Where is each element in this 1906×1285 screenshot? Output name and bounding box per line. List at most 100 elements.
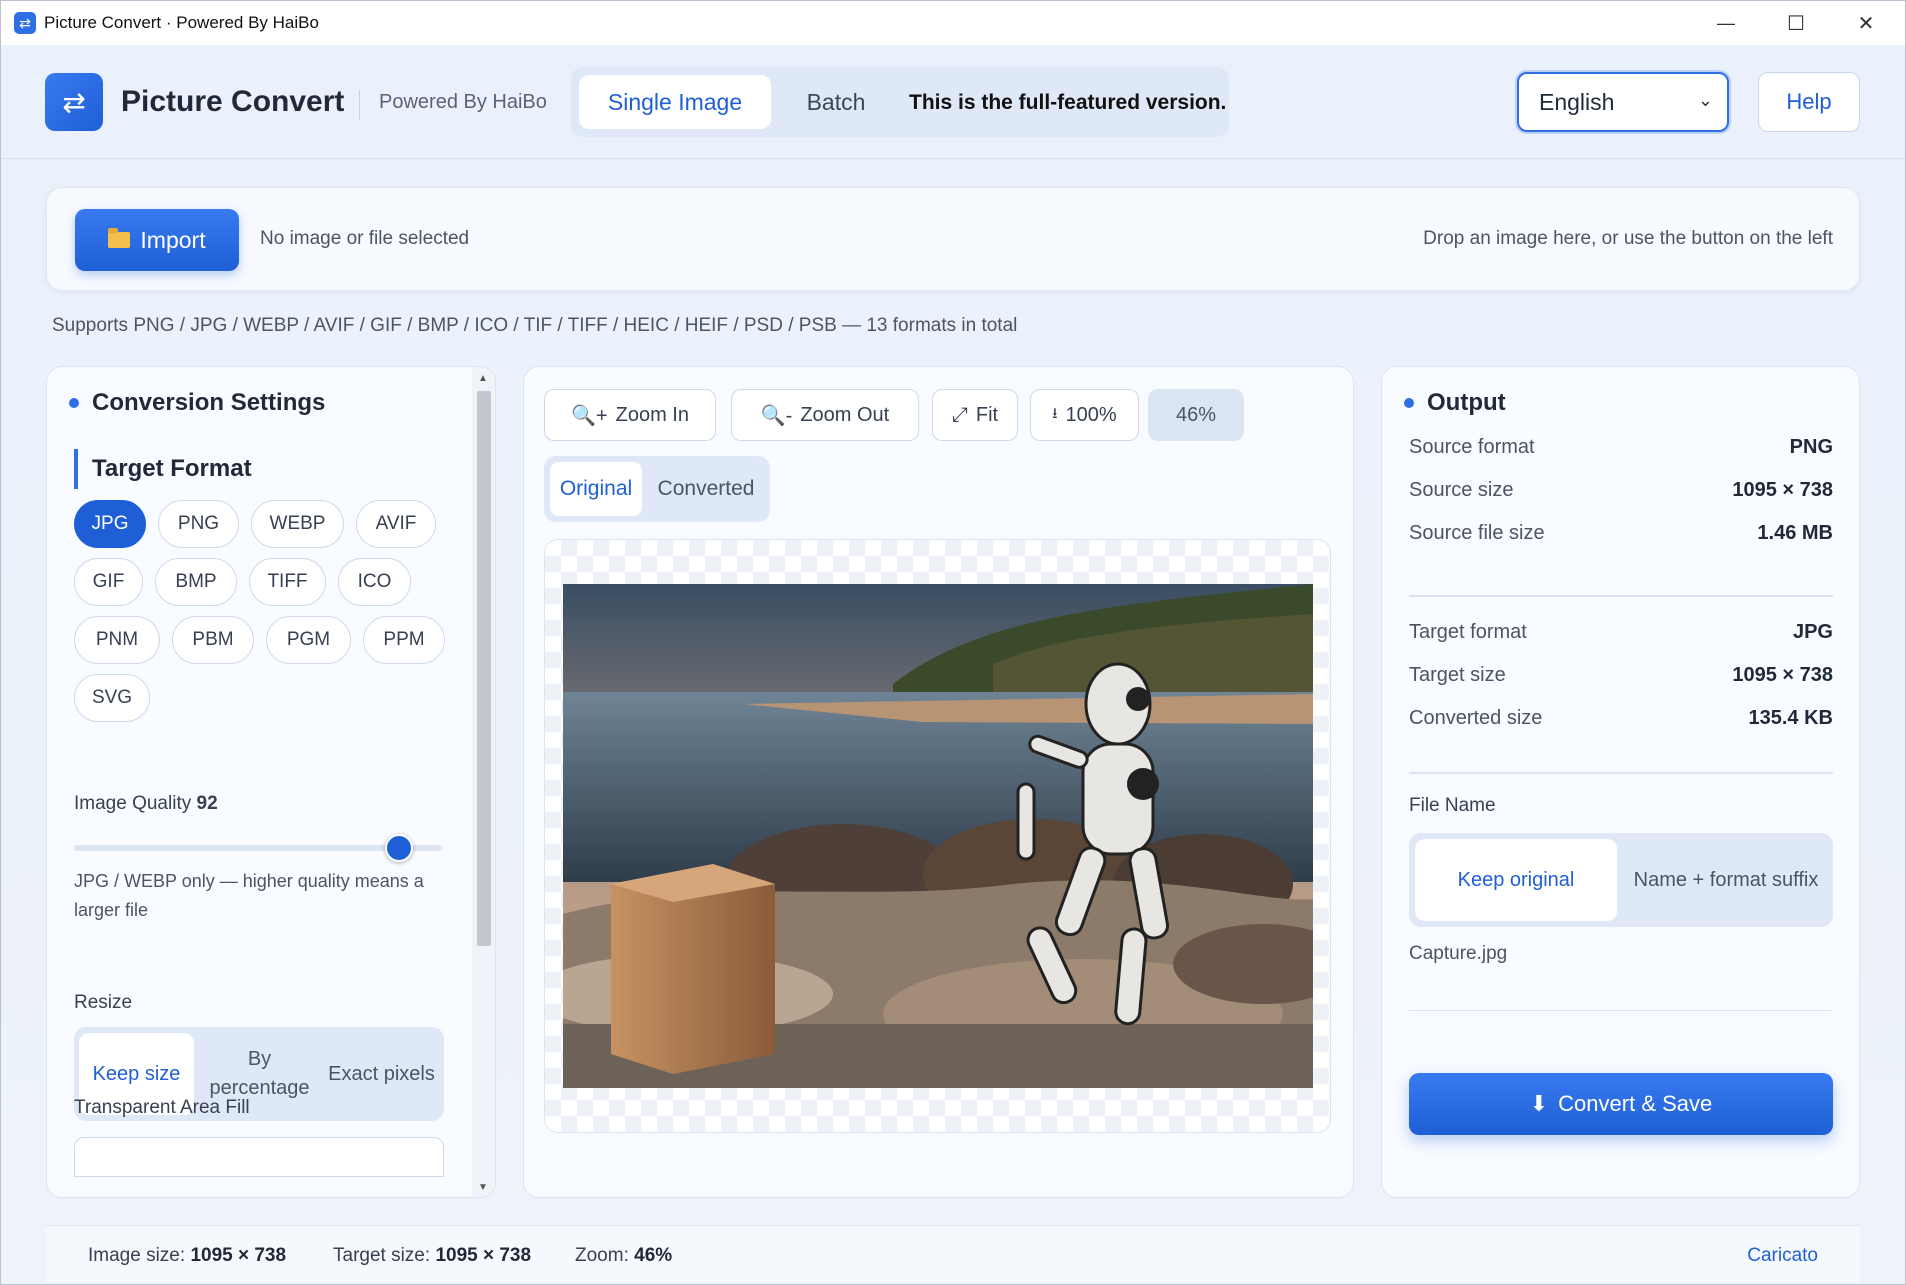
app-window: ⇄ Picture Convert · Powered By HaiBo — ☐… — [0, 0, 1906, 1285]
settings-title: Conversion Settings — [69, 389, 325, 417]
output-panel: Output Source format PNG Source size 1095 … — [1381, 366, 1860, 1198]
divider — [1409, 595, 1833, 597]
status-zoom: Zoom: 46% — [575, 1245, 672, 1267]
download-icon: ⬇ — [1529, 1091, 1549, 1116]
status-bar: Image size: 1095 × 738 Target size: 1095… — [46, 1225, 1860, 1283]
drop-hint: Drop an image here, or use the button on… — [1423, 228, 1833, 249]
status-loaded: Caricato — [1747, 1245, 1818, 1266]
tab-converted[interactable]: Converted — [650, 462, 762, 516]
conversion-settings-panel: Conversion Settings Target Format JPG PN… — [46, 366, 496, 1198]
target-format-title: Target Format — [74, 449, 252, 489]
maximize-icon: ☐ — [1787, 12, 1805, 35]
app-icon: ⇄ — [14, 12, 36, 34]
tab-single-image[interactable]: Single Image — [579, 75, 771, 129]
scroll-down-icon[interactable]: ▼ — [478, 1182, 488, 1193]
source-file-size-row: Source file size 1.46 MB — [1409, 522, 1833, 545]
scrollbar-thumb[interactable] — [477, 391, 491, 946]
format-chip-tiff[interactable]: TIFF — [249, 558, 326, 606]
format-chip-gif[interactable]: GIF — [74, 558, 143, 606]
resize-exact-pixels[interactable]: Exact pixels — [324, 1033, 439, 1115]
format-chip-webp[interactable]: WEBP — [251, 500, 344, 548]
minimize-button[interactable]: — — [1691, 1, 1761, 45]
fit-button[interactable]: ⤢ Fit — [932, 389, 1018, 441]
header-divider — [359, 90, 360, 120]
divider — [1409, 772, 1833, 774]
resize-label: Resize — [74, 992, 133, 1013]
tab-original[interactable]: Original — [550, 462, 642, 516]
bullet-icon — [69, 398, 79, 408]
quality-slider-handle[interactable] — [385, 834, 413, 862]
preview-photo — [563, 584, 1313, 1088]
actual-size-label: 100% — [1065, 403, 1117, 426]
source-format-label: Source format — [1409, 436, 1535, 458]
close-button[interactable]: ✕ — [1831, 1, 1901, 45]
scroll-up-icon[interactable]: ▲ — [478, 373, 488, 384]
import-dropzone[interactable]: Import No image or file selected Drop an… — [46, 187, 1860, 291]
source-file-size-label: Source file size — [1409, 522, 1545, 544]
convert-save-button[interactable]: ⬇ Convert & Save — [1409, 1073, 1833, 1135]
view-tabs: Original Converted — [544, 456, 770, 522]
actual-size-icon: ⭳ — [1052, 404, 1058, 422]
zoom-out-button[interactable]: 🔍- Zoom Out — [731, 389, 919, 441]
mode-tabs: Single Image Batch This is the full-feat… — [571, 67, 1229, 137]
source-format-value: PNG — [1789, 436, 1833, 458]
quality-hint: JPG / WEBP only — higher quality means a… — [74, 871, 424, 920]
format-chip-png[interactable]: PNG — [158, 500, 239, 548]
bullet-icon — [1404, 398, 1414, 408]
zoom-out-icon: 🔍- — [760, 404, 793, 427]
source-size-value: 1095 × 738 — [1732, 479, 1833, 501]
settings-scrollbar[interactable]: ▲ ▼ — [472, 367, 495, 1197]
import-label: Import — [140, 226, 206, 253]
format-chip-ppm[interactable]: PPM — [363, 616, 445, 664]
status-image-size: Image size: 1095 × 738 — [88, 1245, 286, 1267]
format-chip-jpg[interactable]: JPG — [74, 500, 146, 548]
preview-panel: 🔍+ Zoom In 🔍- Zoom Out ⤢ Fit ⭳ 100% 46% Orig… — [523, 366, 1354, 1198]
header: ⇄ Picture Convert Powered By HaiBo Singl… — [1, 45, 1905, 159]
zoom-level: 46% — [1148, 389, 1244, 441]
format-chip-avif[interactable]: AVIF — [356, 500, 436, 548]
format-chip-pgm[interactable]: PGM — [266, 616, 351, 664]
zoom-in-button[interactable]: 🔍+ Zoom In — [544, 389, 716, 441]
status-image-size-value: 1095 × 738 — [190, 1245, 287, 1266]
format-chip-bmp[interactable]: BMP — [155, 558, 237, 606]
chevron-down-icon: ⌄ — [1697, 90, 1713, 110]
swap-logo-icon: ⇄ — [45, 73, 103, 131]
output-file-name: Capture.jpg — [1409, 943, 1508, 964]
format-chip-svg[interactable]: SVG — [74, 674, 150, 722]
expand-icon: ⤢ — [951, 403, 968, 426]
converted-size-value: 135.4 KB — [1748, 707, 1834, 729]
target-format-row: Target format JPG — [1409, 621, 1833, 644]
file-name-segmented: Keep original Name + format suffix — [1409, 833, 1833, 927]
zoom-in-label: Zoom In — [615, 403, 689, 426]
format-chip-ico[interactable]: ICO — [338, 558, 411, 606]
status-zoom-value: 46% — [634, 1245, 673, 1266]
format-chip-pnm[interactable]: PNM — [74, 616, 160, 664]
maximize-button[interactable]: ☐ — [1761, 1, 1831, 45]
target-format-label: Target format — [1409, 621, 1527, 643]
name-with-suffix[interactable]: Name + format suffix — [1625, 839, 1827, 921]
zoom-out-label: Zoom Out — [800, 403, 890, 426]
transparent-fill-select[interactable] — [74, 1137, 444, 1177]
language-select[interactable]: English ⌄ — [1517, 72, 1729, 132]
title-bar: ⇄ Picture Convert · Powered By HaiBo — ☐… — [1, 1, 1905, 45]
quality-label-text: Image Quality — [74, 793, 192, 814]
preview-canvas[interactable] — [544, 539, 1331, 1133]
tab-batch[interactable]: Batch — [781, 75, 891, 129]
app-body: ⇄ Picture Convert Powered By HaiBo Singl… — [1, 45, 1905, 1284]
window-title: Picture Convert · Powered By HaiBo — [44, 13, 319, 32]
output-title-text: Output — [1427, 389, 1506, 416]
target-size-value: 1095 × 738 — [1732, 664, 1833, 686]
format-chip-pbm[interactable]: PBM — [172, 616, 254, 664]
name-keep-original[interactable]: Keep original — [1415, 839, 1617, 921]
status-image-size-label: Image size: — [88, 1245, 186, 1266]
source-size-label: Source size — [1409, 479, 1514, 501]
import-button[interactable]: Import — [75, 209, 239, 271]
source-size-row: Source size 1095 × 738 — [1409, 479, 1833, 502]
transparent-fill-label: Transparent Area Fill — [74, 1097, 250, 1118]
language-value: English — [1539, 88, 1615, 115]
close-icon: ✕ — [1857, 12, 1875, 35]
actual-size-button[interactable]: ⭳ 100% — [1030, 389, 1139, 441]
folder-icon — [108, 228, 131, 248]
help-button[interactable]: Help — [1758, 72, 1860, 132]
convert-save-label: Convert & Save — [1558, 1091, 1713, 1116]
